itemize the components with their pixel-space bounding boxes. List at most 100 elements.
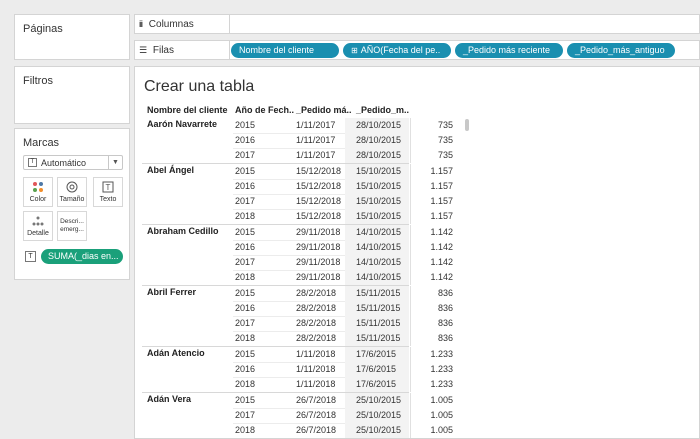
header-order-year[interactable]: Año de Fech.. [235, 105, 294, 115]
color-dots-icon [32, 181, 44, 193]
days-value-cell: 735 [437, 150, 453, 160]
days-value-cell: 836 [437, 303, 453, 313]
year-cell: 2018 [235, 425, 256, 435]
days-value-cell: 836 [437, 318, 453, 328]
oldest-order-cell: 15/11/2015 [356, 318, 401, 328]
days-value-cell: 735 [437, 120, 453, 130]
year-cell: 2015 [235, 288, 256, 298]
oldest-order-cell: 14/10/2015 [356, 227, 402, 237]
shelf-divider [229, 41, 230, 59]
days-value-cell: 1.142 [430, 227, 453, 237]
header-latest-order[interactable]: _Pedido má.. [296, 105, 352, 115]
oldest-order-cell: 28/10/2015 [356, 135, 402, 145]
pages-panel-title: Páginas [23, 23, 63, 35]
size-button-label: Tamaño [59, 196, 85, 203]
detail-button[interactable]: Detalle [23, 211, 53, 241]
row-pill-oldest-order[interactable]: _Pedido_más_antiguo [567, 43, 675, 58]
oldest-order-cell: 17/6/2015 [356, 379, 397, 389]
year-cell: 2018 [235, 211, 256, 221]
color-button[interactable]: Color [23, 177, 53, 207]
text-mark-icon: T [25, 251, 36, 262]
pages-panel[interactable]: Páginas [14, 14, 130, 60]
customer-name-cell: Aarón Navarrete [147, 119, 218, 129]
oldest-order-cell: 15/10/2015 [356, 181, 402, 191]
text-icon: T [102, 181, 114, 193]
columns-icon: iii [139, 19, 143, 29]
year-cell: 2017 [235, 318, 256, 328]
oldest-order-cell: 15/10/2015 [356, 211, 402, 221]
svg-text:T: T [106, 183, 111, 192]
days-value-cell: 1.233 [430, 364, 453, 374]
latest-order-cell: 29/11/2018 [296, 272, 341, 282]
year-cell: 2016 [235, 303, 256, 313]
marks-panel-title: Marcas [23, 137, 60, 149]
text-mark-icon: T [28, 158, 37, 167]
latest-order-cell: 28/2/2018 [296, 288, 337, 298]
size-button[interactable]: Tamaño [57, 177, 87, 207]
row-pill-customer-name[interactable]: Nombre del cliente [231, 43, 339, 58]
vertical-scrollbar[interactable] [465, 119, 469, 131]
year-cell: 2017 [235, 150, 256, 160]
oldest-order-cell: 15/11/2015 [356, 288, 401, 298]
columns-shelf[interactable]: iii Columnas [134, 14, 700, 34]
oldest-order-cell: 14/10/2015 [356, 257, 402, 267]
oldest-order-cell: 14/10/2015 [356, 272, 402, 282]
header-customer-name[interactable]: Nombre del cliente [147, 105, 228, 115]
year-cell: 2016 [235, 364, 256, 374]
header-oldest-order[interactable]: _Pedido_m.. [356, 105, 409, 115]
rows-shelf[interactable]: ☰ Filas Nombre del cliente ⊞ AÑO(Fecha de… [134, 40, 700, 60]
latest-order-cell: 28/2/2018 [296, 333, 337, 343]
days-value-cell: 1.157 [430, 196, 453, 206]
latest-order-cell: 29/11/2018 [296, 227, 341, 237]
year-cell: 2015 [235, 227, 256, 237]
tooltip-button[interactable]: Descri... emerg... [57, 211, 87, 241]
filters-panel-title: Filtros [23, 75, 53, 87]
row-pill-order-year[interactable]: ⊞ AÑO(Fecha del pe.. [343, 43, 451, 58]
oldest-order-cell: 15/10/2015 [356, 196, 402, 206]
size-icon [66, 181, 78, 193]
customer-name-cell: Abril Ferrer [147, 287, 197, 297]
latest-order-cell: 26/7/2018 [296, 425, 337, 435]
days-value-cell: 1.142 [430, 272, 453, 282]
days-value-cell: 1.157 [430, 166, 453, 176]
days-value-cell: 1.142 [430, 257, 453, 267]
text-button[interactable]: T Texto [93, 177, 123, 207]
oldest-order-cell: 14/10/2015 [356, 242, 402, 252]
days-value-cell: 1.005 [430, 395, 453, 405]
days-value-cell: 1.157 [430, 181, 453, 191]
shelf-divider [229, 15, 230, 33]
year-cell: 2015 [235, 349, 256, 359]
tooltip-button-label: Descri... emerg... [60, 218, 84, 233]
year-cell: 2018 [235, 379, 256, 389]
row-pill-latest-order[interactable]: _Pedido más reciente [455, 43, 563, 58]
year-cell: 2016 [235, 135, 256, 145]
latest-order-cell: 26/7/2018 [296, 395, 337, 405]
year-cell: 2016 [235, 181, 256, 191]
latest-order-cell: 15/12/2018 [296, 166, 342, 176]
days-value-cell: 735 [437, 135, 453, 145]
year-cell: 2018 [235, 333, 256, 343]
oldest-order-cell: 25/10/2015 [356, 425, 402, 435]
filters-panel[interactable]: Filtros [14, 66, 130, 124]
customer-name-cell: Adán Vera [147, 394, 192, 404]
latest-order-cell: 29/11/2018 [296, 257, 341, 267]
oldest-order-cell: 15/10/2015 [356, 166, 402, 176]
year-cell: 2015 [235, 395, 256, 405]
mark-type-label: Automático [41, 157, 87, 168]
rows-icon: ☰ [139, 45, 147, 55]
latest-order-cell: 1/11/2018 [296, 379, 336, 389]
days-value-cell: 836 [437, 333, 453, 343]
days-value-cell: 1.233 [430, 379, 453, 389]
sum-days-pill[interactable]: SUMA(_dias en... [41, 249, 123, 264]
color-button-label: Color [29, 196, 47, 203]
text-button-label: Texto [99, 196, 117, 203]
year-cell: 2017 [235, 257, 256, 267]
year-cell: 2018 [235, 272, 256, 282]
days-value-cell: 1.005 [430, 410, 453, 420]
worksheet-view: Crear una tabla Nombre del cliente Año d… [134, 66, 700, 439]
oldest-order-cell: 25/10/2015 [356, 395, 402, 405]
expand-icon: ⊞ [351, 46, 358, 55]
oldest-order-cell: 17/6/2015 [356, 349, 397, 359]
latest-order-cell: 1/11/2018 [296, 364, 336, 374]
mark-type-dropdown[interactable]: T Automático ▼ [23, 155, 123, 170]
